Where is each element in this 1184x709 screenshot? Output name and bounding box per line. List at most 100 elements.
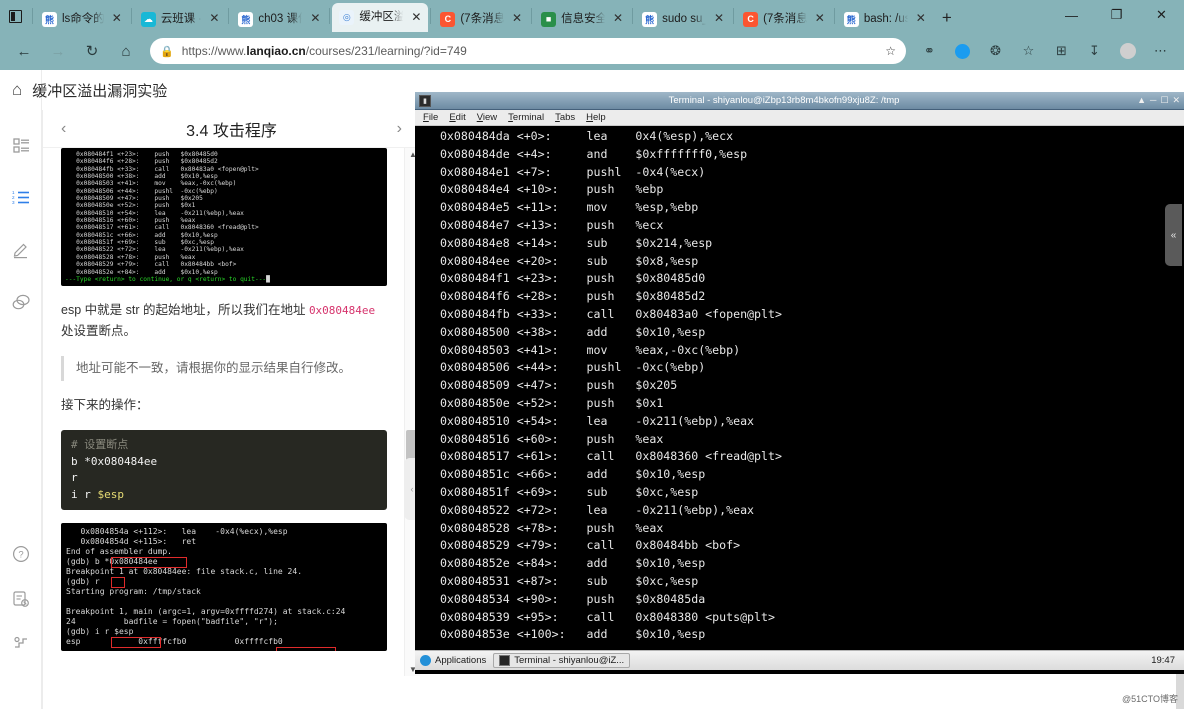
tab-actions-icon [8, 9, 22, 23]
browser-tab-label: ch03 课件 [258, 12, 303, 25]
back-button[interactable]: ← [8, 36, 40, 66]
watermark: @51CTO博客 [1122, 694, 1178, 704]
browser-tab-1[interactable]: ☁ 云班课 - ✕ [134, 6, 227, 32]
new-tab-button[interactable]: + [933, 4, 961, 32]
collapse-left-icon[interactable]: « [1165, 204, 1182, 266]
split-screen-icon[interactable]: ⊞ [1046, 36, 1077, 66]
browser-tab-2[interactable]: 熊 ch03 课件 ✕ [231, 6, 327, 32]
browser-tab-4[interactable]: C (7条消息 ✕ [433, 6, 529, 32]
taskbar-window-button[interactable]: Terminal - shiyanlou@iZ... [493, 653, 631, 668]
baidu-favicon-icon: 熊 [238, 11, 254, 27]
gdb-session-text: 0x0804854a <+112>: lea -0x4(%ecx),%esp 0… [66, 527, 346, 647]
gdb-command-block: # 设置断点 b *0x080484ee r i r $esp [61, 430, 387, 511]
browser-tab-5[interactable]: ■ 信息安全 ✕ [534, 6, 630, 32]
close-tab-icon[interactable]: ✕ [110, 12, 124, 26]
terminal-output[interactable]: 0x080484da <+0>: lea 0x4(%esp),%ecx 0x08… [415, 126, 1184, 640]
applications-menu-button[interactable]: Applications [420, 655, 486, 666]
sidebar-item-help[interactable]: ? [0, 537, 42, 571]
browser-tab-label: 信息安全 [561, 12, 607, 25]
sidebar-item-environment[interactable] [0, 625, 42, 659]
profile-icon[interactable] [1112, 36, 1143, 66]
tab-strip: 熊 ls命令的 ✕ ☁ 云班课 - ✕ 熊 ch03 课件 ✕ ◎ 缓冲区溢 ✕ C (7条消息 ✕ ■ 信息安… [0, 0, 1184, 32]
terminal-window-buttons: ▲ ─ ☐ ✕ [1137, 95, 1180, 106]
terminal-menubar: File Edit View Terminal Tabs Help [415, 110, 1184, 126]
settings-more-icon[interactable]: ⋯ [1145, 36, 1176, 66]
close-tab-icon[interactable]: ✕ [207, 12, 221, 26]
terminal-menu-help[interactable]: Help [586, 112, 606, 123]
address-input[interactable]: 🔒 https://www.lanqiao.cn/courses/231/lea… [150, 38, 906, 64]
browser-tab-7[interactable]: C (7条消息 ✕ [736, 6, 832, 32]
close-tab-icon[interactable]: ✕ [611, 12, 625, 26]
home-icon[interactable]: ⌂ [12, 80, 22, 100]
paragraph-part-b: 处设置断点。 [61, 324, 137, 339]
address-bar-row: ← → ↻ ⌂ 🔒 https://www.lanqiao.cn/courses… [0, 32, 1184, 70]
refresh-button[interactable]: ↻ [76, 36, 108, 66]
minimize-button[interactable]: — [1049, 0, 1094, 30]
desktop-taskbar: Applications Terminal - shiyanlou@iZ... … [415, 650, 1184, 670]
terminal-menu-tabs[interactable]: Tabs [555, 112, 575, 123]
highlight-esp-value [276, 647, 336, 652]
forward-button[interactable]: → [42, 36, 74, 66]
browser-tab-6[interactable]: 熊 sudo su_ ✕ [635, 6, 731, 32]
browser-tab-label: 缓冲区溢 [359, 11, 405, 23]
close-tab-icon[interactable]: ✕ [712, 12, 726, 26]
maximize-button[interactable]: ❐ [1094, 0, 1139, 30]
pencil-icon [13, 243, 27, 259]
terminal-minimize-button[interactable]: ─ [1150, 95, 1156, 106]
disassembly-code-text: 0x080484f1 <+23>: push $0x80485d0 0x0804… [76, 151, 259, 276]
terminal-icon [499, 655, 511, 666]
browser-tab-label: 云班课 - [160, 12, 203, 25]
sidebar-item-step-list[interactable]: 1 2 3 [0, 180, 42, 214]
prev-section-button[interactable]: ‹ [61, 120, 66, 138]
address-url: https://www.lanqiao.cn/courses/231/learn… [181, 44, 467, 58]
terminal-shade-button[interactable]: ▲ [1137, 95, 1146, 106]
tab-actions-button[interactable] [0, 0, 30, 32]
section-nav: ‹ 3.4 攻击程序 › [43, 110, 420, 148]
close-tab-icon[interactable]: ✕ [409, 10, 423, 25]
close-tab-icon[interactable]: ✕ [510, 12, 524, 26]
tab-divider [32, 8, 33, 24]
browser-chrome: 熊 ls命令的 ✕ ☁ 云班课 - ✕ 熊 ch03 课件 ✕ ◎ 缓冲区溢 ✕ C (7条消息 ✕ ■ 信息安… [0, 0, 1184, 70]
close-tab-icon[interactable]: ✕ [813, 12, 827, 26]
course-header: ⌂ 缓冲区溢出漏洞实验 [0, 70, 420, 110]
sidebar-item-comments[interactable] [0, 285, 42, 319]
terminal-icon: ▮ [419, 94, 431, 107]
terminal-close-button[interactable]: ✕ [1172, 95, 1180, 106]
browser-tab-3[interactable]: ◎ 缓冲区溢 ✕ [332, 3, 429, 32]
home-button[interactable]: ⌂ [110, 36, 142, 66]
close-tab-icon[interactable]: ✕ [914, 12, 928, 26]
sidebar-item-report-issue[interactable] [0, 582, 42, 616]
sidebar-item-notes[interactable] [0, 233, 42, 267]
collections-icon[interactable]: ☆ [1013, 36, 1044, 66]
terminal-menu-view[interactable]: View [477, 112, 497, 123]
paragraph-next-steps: 接下来的操作： [61, 398, 149, 413]
downloads-icon[interactable]: ↧ [1079, 36, 1110, 66]
disassembly-code-block: 0x080484f1 <+23>: push $0x80485d0 0x0804… [61, 148, 387, 287]
close-tab-icon[interactable]: ✕ [308, 12, 322, 26]
terminal-menu-edit[interactable]: Edit [449, 112, 465, 123]
tab-divider [733, 8, 735, 24]
browser-essentials-icon[interactable]: ❂ [980, 36, 1011, 66]
terminal-maximize-button[interactable]: ☐ [1160, 95, 1168, 106]
terminal-menu-file[interactable]: File [423, 112, 438, 123]
next-section-button[interactable]: › [397, 120, 402, 138]
numbered-list-icon: 1 2 3 [12, 190, 29, 205]
shell-line-2: r [71, 471, 78, 485]
sidebar-item-course-outline[interactable] [0, 128, 42, 162]
inline-address-code: 0x080484ee [308, 304, 376, 318]
tab-divider [430, 8, 432, 24]
browser-tab-8[interactable]: 熊 bash: /us ✕ [837, 6, 933, 32]
outline-icon [12, 137, 29, 153]
baidu-favicon-icon: 熊 [843, 11, 859, 27]
ad-block-icon[interactable]: ⚭ [914, 36, 945, 66]
add-favorite-icon[interactable]: ☆ [885, 44, 896, 58]
tab-divider [531, 8, 533, 24]
browser-tab-0[interactable]: 熊 ls命令的 ✕ [35, 6, 129, 32]
browser-tab-label: sudo su_ [662, 12, 708, 25]
wallet-icon[interactable] [947, 36, 978, 66]
svg-text:?: ? [18, 550, 23, 561]
close-window-button[interactable]: ✕ [1139, 0, 1184, 30]
cloud-favicon-icon: ☁ [140, 11, 156, 27]
terminal-menu-terminal[interactable]: Terminal [508, 112, 544, 123]
taskbar-clock: 19:47 [1151, 655, 1175, 666]
